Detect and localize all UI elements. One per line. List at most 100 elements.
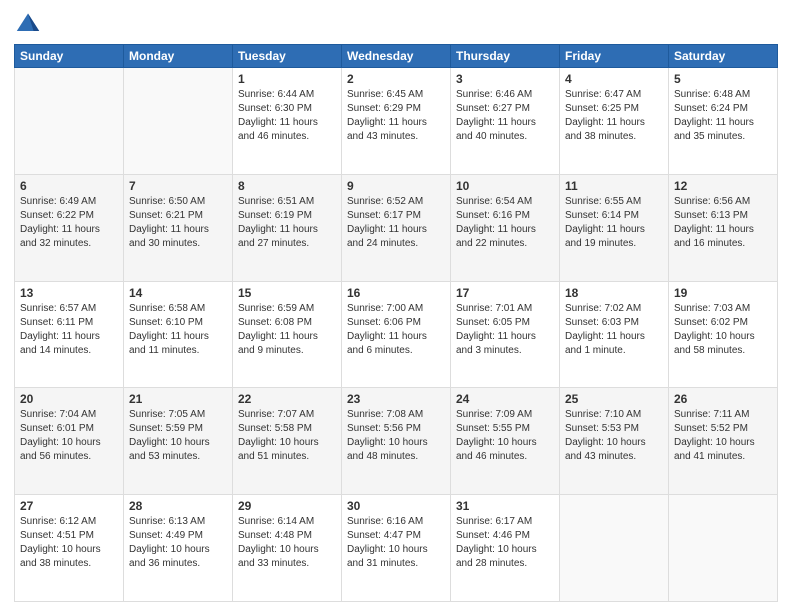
day-info: Sunrise: 6:46 AM Sunset: 6:27 PM Dayligh… <box>456 88 554 144</box>
day-info: Sunrise: 7:11 AM Sunset: 5:52 PM Dayligh… <box>674 408 772 464</box>
calendar-table: SundayMondayTuesdayWednesdayThursdayFrid… <box>14 44 778 602</box>
day-info: Sunrise: 7:00 AM Sunset: 6:06 PM Dayligh… <box>347 302 445 358</box>
day-number: 16 <box>347 286 445 300</box>
day-number: 18 <box>565 286 663 300</box>
calendar-day-cell: 23Sunrise: 7:08 AM Sunset: 5:56 PM Dayli… <box>342 388 451 495</box>
day-number: 2 <box>347 72 445 86</box>
calendar-day-cell: 25 Sunrise: 7:10 AM Sunset: 5:53 PM Dayli… <box>560 388 669 495</box>
calendar-day-cell: 14 Sunrise: 6:58 AM Sunset: 6:10 PM Dayli… <box>124 281 233 388</box>
calendar-week-row: 1 Sunrise: 6:44 AM Sunset: 6:30 PM Daylig… <box>15 68 778 175</box>
day-of-week-header: Thursday <box>451 45 560 68</box>
day-info: Sunrise: 7:08 AM Sunset: 5:56 PM Dayligh… <box>347 408 445 464</box>
day-info: Sunrise: 6:59 AM Sunset: 6:08 PM Dayligh… <box>238 302 336 358</box>
day-number: 13 <box>20 286 118 300</box>
day-info: Sunrise: 7:02 AM Sunset: 6:03 PM Dayligh… <box>565 302 663 358</box>
calendar-day-cell: 15 Sunrise: 6:59 AM Sunset: 6:08 PM Dayli… <box>233 281 342 388</box>
day-number: 25 <box>565 392 663 406</box>
calendar-day-cell: 10 Sunrise: 6:54 AM Sunset: 6:16 PM Dayli… <box>451 174 560 281</box>
calendar-day-cell: 5 Sunrise: 6:48 AM Sunset: 6:24 PM Daylig… <box>669 68 778 175</box>
day-info: Sunrise: 6:54 AM Sunset: 6:16 PM Dayligh… <box>456 195 554 251</box>
day-info: Sunrise: 6:52 AM Sunset: 6:17 PM Dayligh… <box>347 195 445 251</box>
calendar-day-cell: 28 Sunrise: 6:13 AM Sunset: 4:49 PM Dayli… <box>124 495 233 602</box>
day-info: Sunrise: 7:10 AM Sunset: 5:53 PM Dayligh… <box>565 408 663 464</box>
day-number: 11 <box>565 179 663 193</box>
day-info: Sunrise: 6:44 AM Sunset: 6:30 PM Dayligh… <box>238 88 336 144</box>
calendar-week-row: 6Sunrise: 6:49 AM Sunset: 6:22 PM Daylig… <box>15 174 778 281</box>
calendar-day-cell: 30 Sunrise: 6:16 AM Sunset: 4:47 PM Dayli… <box>342 495 451 602</box>
day-number: 29 <box>238 499 336 513</box>
calendar-day-cell: 27 Sunrise: 6:12 AM Sunset: 4:51 PM Dayli… <box>15 495 124 602</box>
day-of-week-header: Wednesday <box>342 45 451 68</box>
calendar-day-cell: 19 Sunrise: 7:03 AM Sunset: 6:02 PM Dayli… <box>669 281 778 388</box>
calendar-day-cell: 8 Sunrise: 6:51 AM Sunset: 6:19 PM Daylig… <box>233 174 342 281</box>
day-info: Sunrise: 6:48 AM Sunset: 6:24 PM Dayligh… <box>674 88 772 144</box>
calendar-day-cell: 9Sunrise: 6:52 AM Sunset: 6:17 PM Daylig… <box>342 174 451 281</box>
day-number: 22 <box>238 392 336 406</box>
calendar-week-row: 27 Sunrise: 6:12 AM Sunset: 4:51 PM Dayli… <box>15 495 778 602</box>
day-number: 21 <box>129 392 227 406</box>
day-info: Sunrise: 7:05 AM Sunset: 5:59 PM Dayligh… <box>129 408 227 464</box>
day-number: 19 <box>674 286 772 300</box>
calendar-day-cell: 7 Sunrise: 6:50 AM Sunset: 6:21 PM Daylig… <box>124 174 233 281</box>
day-number: 8 <box>238 179 336 193</box>
day-number: 24 <box>456 392 554 406</box>
day-number: 15 <box>238 286 336 300</box>
calendar-day-cell: 29Sunrise: 6:14 AM Sunset: 4:48 PM Dayli… <box>233 495 342 602</box>
day-number: 14 <box>129 286 227 300</box>
day-info: Sunrise: 6:56 AM Sunset: 6:13 PM Dayligh… <box>674 195 772 251</box>
calendar-day-cell: 13 Sunrise: 6:57 AM Sunset: 6:11 PM Dayli… <box>15 281 124 388</box>
day-of-week-header: Saturday <box>669 45 778 68</box>
day-info: Sunrise: 7:07 AM Sunset: 5:58 PM Dayligh… <box>238 408 336 464</box>
day-info: Sunrise: 6:49 AM Sunset: 6:22 PM Dayligh… <box>20 195 118 251</box>
day-info: Sunrise: 7:03 AM Sunset: 6:02 PM Dayligh… <box>674 302 772 358</box>
day-of-week-header: Tuesday <box>233 45 342 68</box>
day-info: Sunrise: 6:17 AM Sunset: 4:46 PM Dayligh… <box>456 515 554 571</box>
calendar-day-cell: 2 Sunrise: 6:45 AM Sunset: 6:29 PM Daylig… <box>342 68 451 175</box>
calendar-day-cell: 1 Sunrise: 6:44 AM Sunset: 6:30 PM Daylig… <box>233 68 342 175</box>
calendar-day-cell: 26 Sunrise: 7:11 AM Sunset: 5:52 PM Dayli… <box>669 388 778 495</box>
day-number: 27 <box>20 499 118 513</box>
day-of-week-header: Friday <box>560 45 669 68</box>
day-number: 28 <box>129 499 227 513</box>
day-number: 17 <box>456 286 554 300</box>
day-number: 30 <box>347 499 445 513</box>
day-number: 10 <box>456 179 554 193</box>
day-number: 7 <box>129 179 227 193</box>
day-info: Sunrise: 6:58 AM Sunset: 6:10 PM Dayligh… <box>129 302 227 358</box>
day-info: Sunrise: 6:51 AM Sunset: 6:19 PM Dayligh… <box>238 195 336 251</box>
day-info: Sunrise: 7:09 AM Sunset: 5:55 PM Dayligh… <box>456 408 554 464</box>
calendar-day-cell <box>560 495 669 602</box>
day-info: Sunrise: 7:04 AM Sunset: 6:01 PM Dayligh… <box>20 408 118 464</box>
calendar-day-cell: 4 Sunrise: 6:47 AM Sunset: 6:25 PM Daylig… <box>560 68 669 175</box>
day-number: 1 <box>238 72 336 86</box>
day-number: 26 <box>674 392 772 406</box>
calendar-day-cell <box>124 68 233 175</box>
day-number: 5 <box>674 72 772 86</box>
logo-icon <box>14 10 42 38</box>
day-info: Sunrise: 6:47 AM Sunset: 6:25 PM Dayligh… <box>565 88 663 144</box>
calendar-day-cell: 18 Sunrise: 7:02 AM Sunset: 6:03 PM Dayli… <box>560 281 669 388</box>
page: SundayMondayTuesdayWednesdayThursdayFrid… <box>0 0 792 612</box>
calendar-day-cell: 20 Sunrise: 7:04 AM Sunset: 6:01 PM Dayli… <box>15 388 124 495</box>
day-number: 12 <box>674 179 772 193</box>
day-number: 4 <box>565 72 663 86</box>
day-info: Sunrise: 6:57 AM Sunset: 6:11 PM Dayligh… <box>20 302 118 358</box>
day-info: Sunrise: 6:16 AM Sunset: 4:47 PM Dayligh… <box>347 515 445 571</box>
calendar-day-cell <box>15 68 124 175</box>
day-number: 3 <box>456 72 554 86</box>
day-info: Sunrise: 6:12 AM Sunset: 4:51 PM Dayligh… <box>20 515 118 571</box>
calendar-day-cell: 21 Sunrise: 7:05 AM Sunset: 5:59 PM Dayli… <box>124 388 233 495</box>
day-info: Sunrise: 6:45 AM Sunset: 6:29 PM Dayligh… <box>347 88 445 144</box>
calendar-day-cell: 17 Sunrise: 7:01 AM Sunset: 6:05 PM Dayli… <box>451 281 560 388</box>
calendar-day-cell: 3 Sunrise: 6:46 AM Sunset: 6:27 PM Daylig… <box>451 68 560 175</box>
calendar-day-cell: 31Sunrise: 6:17 AM Sunset: 4:46 PM Dayli… <box>451 495 560 602</box>
day-number: 20 <box>20 392 118 406</box>
day-info: Sunrise: 6:55 AM Sunset: 6:14 PM Dayligh… <box>565 195 663 251</box>
calendar-week-row: 13 Sunrise: 6:57 AM Sunset: 6:11 PM Dayli… <box>15 281 778 388</box>
day-of-week-header: Sunday <box>15 45 124 68</box>
calendar-week-row: 20 Sunrise: 7:04 AM Sunset: 6:01 PM Dayli… <box>15 388 778 495</box>
day-info: Sunrise: 6:13 AM Sunset: 4:49 PM Dayligh… <box>129 515 227 571</box>
calendar-day-cell: 11 Sunrise: 6:55 AM Sunset: 6:14 PM Dayli… <box>560 174 669 281</box>
day-info: Sunrise: 7:01 AM Sunset: 6:05 PM Dayligh… <box>456 302 554 358</box>
day-info: Sunrise: 6:50 AM Sunset: 6:21 PM Dayligh… <box>129 195 227 251</box>
